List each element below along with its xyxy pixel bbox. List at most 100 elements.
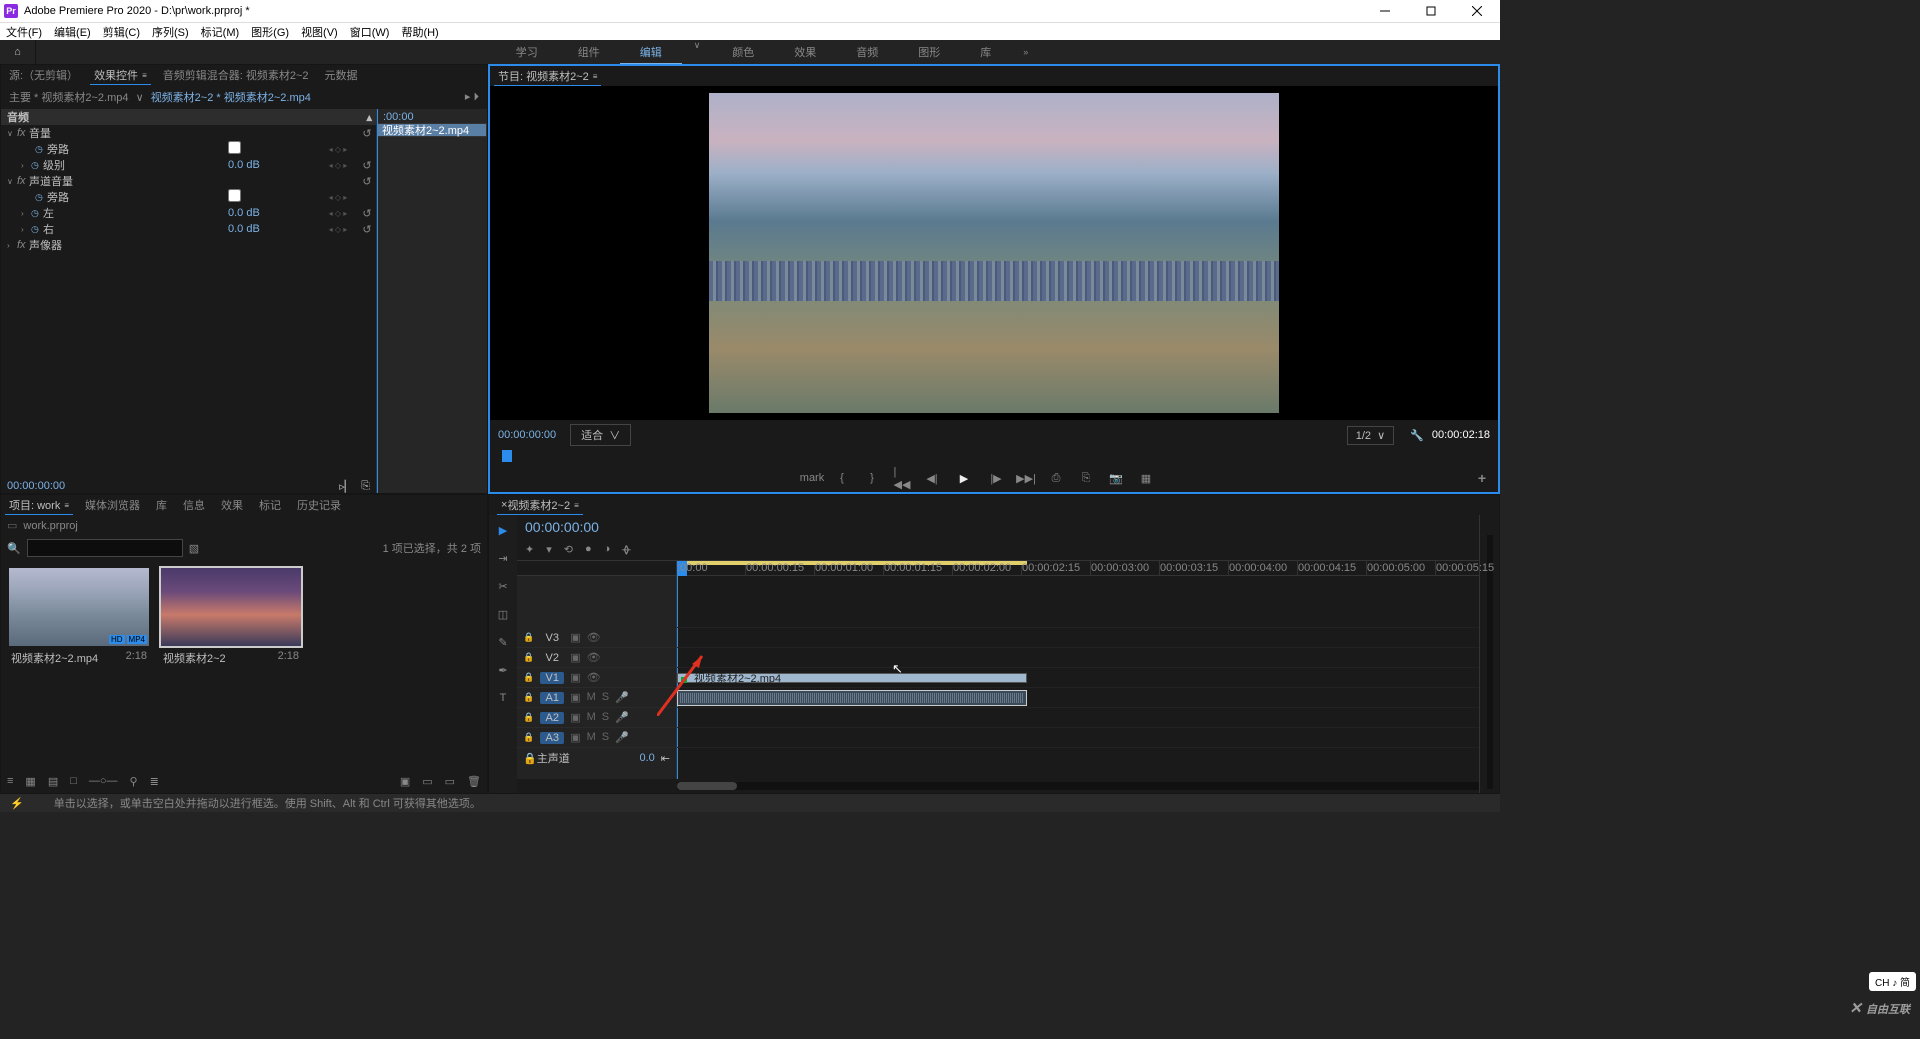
project-bottom-icon-10[interactable]: 🗑 <box>467 775 481 788</box>
workspace-效果[interactable]: 效果 <box>774 40 836 64</box>
ec-play-toggle[interactable]: ▸ ⏵ <box>465 90 479 104</box>
lock-icon[interactable]: 🔒 <box>523 632 534 643</box>
program-scrubber[interactable] <box>496 450 1492 464</box>
transport-btn-5[interactable]: ▶ <box>954 470 974 486</box>
workspace-音频[interactable]: 音频 <box>836 40 898 64</box>
lock-icon[interactable]: 🔒 <box>523 652 534 663</box>
video-track-header[interactable]: 🔒V2▣👁 <box>517 648 676 668</box>
playhead-icon[interactable] <box>502 450 512 462</box>
keyframe-nav[interactable]: ◂ ◇ ▸ <box>318 161 358 170</box>
timeline-ruler[interactable]: :00:0000:00:00:1500:00:01:0000:00:01:150… <box>517 560 1479 576</box>
keyframe-nav[interactable]: ◂ ◇ ▸ <box>318 225 358 234</box>
mute-icon[interactable]: M <box>587 691 596 704</box>
keyframe-nav[interactable]: ◂ ◇ ▸ <box>318 209 358 218</box>
ec-footer-play-icon[interactable]: ▹▏ <box>339 480 353 493</box>
project-bottom-icon-2[interactable]: ▤ <box>48 775 58 788</box>
timeline-opt-2[interactable]: ⟲ <box>564 543 573 556</box>
reset-icon[interactable]: ↺ <box>358 207 376 220</box>
audio-track-header[interactable]: 🔒A3▣MS🎤 <box>517 728 676 748</box>
workspace-编辑[interactable]: 编辑 <box>620 40 682 64</box>
track-eye-icon[interactable]: 👁 <box>587 651 601 664</box>
stopwatch-icon[interactable]: ◷ <box>31 224 43 235</box>
workspace-颜色[interactable]: 颜色 <box>712 40 774 64</box>
transport-btn-7[interactable]: ▶▶| <box>1018 470 1034 486</box>
track-name[interactable]: A1 <box>540 692 564 704</box>
transport-btn-3[interactable]: |◀◀ <box>894 470 910 486</box>
timeline-opt-3[interactable]: ● <box>585 543 592 556</box>
workspace-学习[interactable]: 学习 <box>496 40 558 64</box>
track-eye-icon[interactable]: 👁 <box>587 671 601 684</box>
timeline-opt-4[interactable]: ◑ <box>604 543 611 556</box>
program-video[interactable] <box>490 86 1498 420</box>
reset-icon[interactable]: ↺ <box>358 159 376 172</box>
master-track-header[interactable]: 🔒主声道0.0⇤ <box>517 748 676 768</box>
ec-mini-playhead[interactable] <box>377 109 378 493</box>
video-track-header[interactable]: 🔒V1▣👁 <box>517 668 676 688</box>
twirl-icon[interactable]: › <box>21 161 31 170</box>
keyframe-nav[interactable]: ◂ ◇ ▸ <box>318 145 358 154</box>
project-tab-0[interactable]: 项目: work≡ <box>1 495 77 515</box>
project-bottom-icon-0[interactable]: ≡ <box>7 775 13 787</box>
transport-btn-9[interactable]: ⎘ <box>1078 470 1094 486</box>
ime-indicator[interactable]: CH ♪ 简 <box>1869 972 1916 991</box>
menu-标记(M)[interactable]: 标记(M) <box>195 24 246 40</box>
project-tab-3[interactable]: 信息 <box>175 495 213 515</box>
bypass-checkbox[interactable] <box>228 189 241 202</box>
home-button[interactable]: ⌂ <box>0 40 36 64</box>
twirl-icon[interactable]: › <box>21 209 31 218</box>
zoom-scrollbar[interactable] <box>677 782 1479 790</box>
keyframe-nav[interactable]: ◂ ◇ ▸ <box>318 193 358 202</box>
project-tab-6[interactable]: 历史记录 <box>289 495 349 515</box>
add-button[interactable]: + <box>1474 470 1490 486</box>
project-tab-2[interactable]: 库 <box>148 495 175 515</box>
project-tab-5[interactable]: 标记 <box>251 495 289 515</box>
voice-icon[interactable]: 🎤 <box>615 731 629 744</box>
twirl-icon[interactable]: › <box>21 225 31 234</box>
track-name[interactable]: V1 <box>540 672 564 684</box>
transport-btn-0[interactable]: mark <box>804 470 820 486</box>
transport-btn-8[interactable]: ⎙ <box>1048 470 1064 486</box>
solo-icon[interactable]: S <box>602 691 609 704</box>
lock-icon[interactable]: 🔒 <box>523 712 534 723</box>
video-track-header[interactable]: 🔒V3▣👁 <box>517 628 676 648</box>
track-eye-icon[interactable]: 👁 <box>587 631 601 644</box>
lock-icon[interactable]: 🔒 <box>523 752 537 765</box>
track-name[interactable]: V3 <box>540 632 564 644</box>
stopwatch-icon[interactable]: ◷ <box>35 144 47 155</box>
project-bottom-icon-8[interactable]: ▭ <box>422 775 432 788</box>
track-name[interactable]: A3 <box>540 732 564 744</box>
reset-icon[interactable]: ↺ <box>358 223 376 236</box>
reset-icon[interactable]: ↺ <box>358 175 376 188</box>
project-bottom-icon-4[interactable]: —○— <box>89 775 118 787</box>
ec-audio-up-icon[interactable]: ▴ <box>366 111 372 124</box>
reset-icon[interactable]: ↺ <box>358 127 376 140</box>
project-bottom-icon-6[interactable]: ≣ <box>150 775 159 788</box>
lock-icon[interactable]: 🔒 <box>523 732 534 743</box>
transport-btn-2[interactable]: } <box>864 470 880 486</box>
transport-btn-10[interactable]: 📷 <box>1108 470 1124 486</box>
project-bottom-icon-5[interactable]: ⚲ <box>130 775 138 788</box>
settings-icon[interactable]: 🔧 <box>1410 429 1424 442</box>
stopwatch-icon[interactable]: ◷ <box>31 160 43 171</box>
resolution-select[interactable]: 1/2 ∨ <box>1347 426 1394 445</box>
program-tc[interactable]: 00:00:00:00 <box>498 429 556 441</box>
track-name[interactable]: V2 <box>540 652 564 664</box>
sequence-tab[interactable]: × 视频素材2~2≡ <box>493 495 587 515</box>
menu-剪辑(C)[interactable]: 剪辑(C) <box>97 24 146 40</box>
timeline-tool-0[interactable]: ▶ <box>494 521 512 539</box>
timeline-opt-5[interactable]: ᚖ <box>622 543 630 556</box>
menu-视图(V)[interactable]: 视图(V) <box>295 24 344 40</box>
stopwatch-icon[interactable]: ◷ <box>35 192 47 203</box>
timeline-tool-5[interactable]: ✒ <box>494 661 512 679</box>
timeline-tool-2[interactable]: ✂ <box>494 577 512 595</box>
timeline-tool-3[interactable]: ◫ <box>494 605 512 623</box>
track-output-icon[interactable]: ▣ <box>570 731 580 744</box>
transport-btn-11[interactable]: ▦ <box>1138 470 1154 486</box>
mute-icon[interactable]: M <box>587 731 596 744</box>
transport-btn-6[interactable]: |▶ <box>988 470 1004 486</box>
minimize-button[interactable] <box>1362 0 1408 22</box>
lock-icon[interactable]: 🔒 <box>523 692 534 703</box>
stopwatch-icon[interactable]: ◷ <box>31 208 43 219</box>
track-output-icon[interactable]: ▣ <box>570 691 580 704</box>
menu-序列(S)[interactable]: 序列(S) <box>146 24 195 40</box>
